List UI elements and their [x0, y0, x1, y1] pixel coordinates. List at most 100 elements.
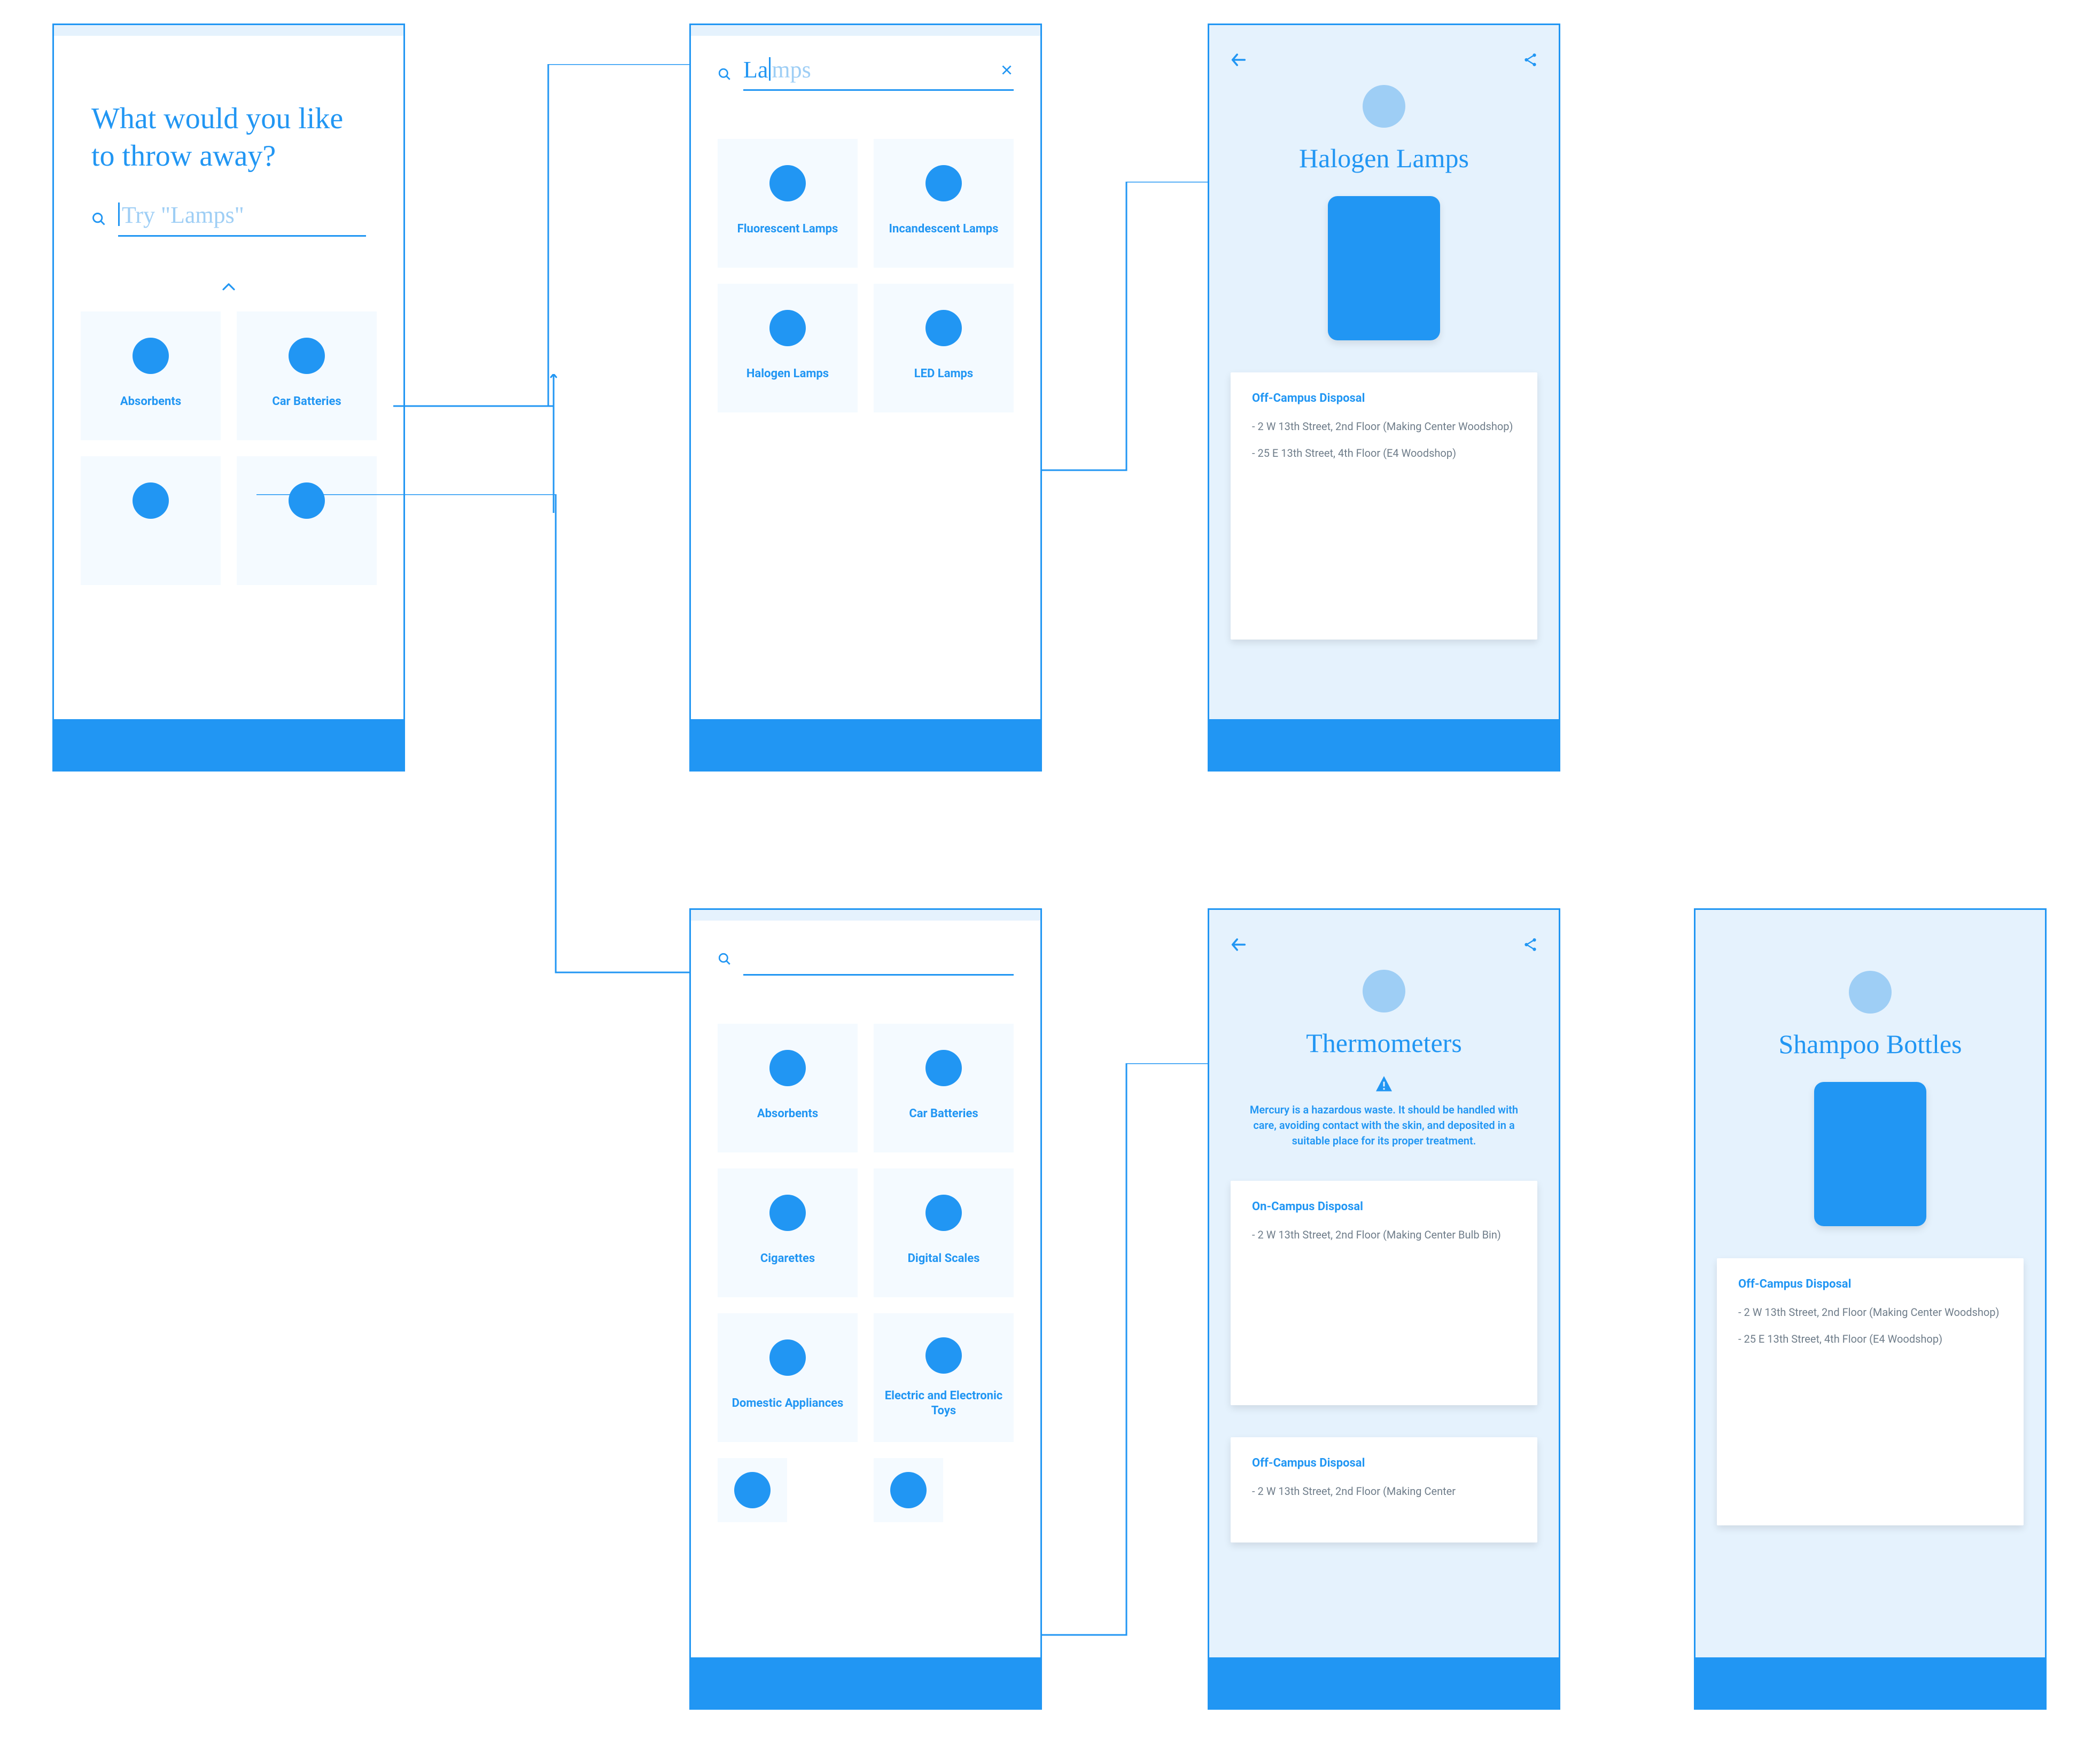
category-placeholder[interactable]: [81, 456, 221, 585]
home-title: What would you like to throw away?: [54, 36, 403, 180]
result-placeholder[interactable]: [718, 1458, 787, 1522]
disposal-title: Off-Campus Disposal: [1252, 1456, 1516, 1470]
category-label: Domestic Appliances: [732, 1391, 844, 1416]
hero-image: [1814, 1082, 1926, 1226]
flow-home-to-search: [393, 374, 693, 513]
category-placeholder[interactable]: [237, 456, 377, 585]
category-label: Halogen Lamps: [746, 361, 829, 387]
clear-icon[interactable]: [1000, 63, 1014, 77]
result-digital-scales[interactable]: Digital Scales: [874, 1168, 1014, 1297]
disposal-title: On-Campus Disposal: [1252, 1200, 1516, 1213]
category-icon: [769, 1050, 806, 1086]
category-icon: [925, 1337, 962, 1374]
category-icon: [734, 1472, 771, 1508]
category-label: Absorbents: [757, 1101, 818, 1127]
screen-detail-thermometers: Thermometers Mercury is a hazardous wast…: [1208, 908, 1560, 1710]
bottom-bar: [691, 719, 1040, 770]
category-icon: [769, 1195, 806, 1231]
back-icon[interactable]: [1230, 936, 1248, 954]
detail-title: Shampoo Bottles: [1762, 1029, 1978, 1059]
bottom-bar: [54, 719, 403, 770]
result-fluorescent-lamps[interactable]: Fluorescent Lamps: [718, 139, 858, 268]
category-icon: [133, 338, 169, 374]
warning-icon: [1374, 1074, 1394, 1094]
category-label: Car Batteries: [909, 1101, 978, 1127]
disposal-line: - 2 W 13th Street, 2nd Floor (Making Cen…: [1252, 419, 1516, 434]
detail-title: Thermometers: [1290, 1027, 1478, 1058]
category-label: Digital Scales: [908, 1246, 980, 1272]
status-bar: [54, 25, 403, 36]
result-absorbents[interactable]: Absorbents: [718, 1024, 858, 1152]
share-icon[interactable]: [1522, 937, 1538, 953]
disposal-line: - 2 W 13th Street, 2nd Floor (Making Cen…: [1252, 1484, 1516, 1499]
detail-title: Halogen Lamps: [1283, 143, 1485, 174]
result-electric-electronic-toys[interactable]: Electric and Electronic Toys: [874, 1313, 1014, 1442]
category-icon: [925, 1050, 962, 1086]
result-halogen-lamps[interactable]: Halogen Lamps: [718, 284, 858, 412]
result-led-lamps[interactable]: LED Lamps: [874, 284, 1014, 412]
disposal-title: Off-Campus Disposal: [1738, 1277, 2002, 1291]
status-bar: [1209, 910, 1559, 921]
screen-detail-shampoo: Shampoo Bottles Off-Campus Disposal - 2 …: [1694, 908, 2047, 1710]
category-label: Cigarettes: [760, 1246, 815, 1272]
warning-text: Mercury is a hazardous waste. It should …: [1241, 1102, 1527, 1149]
hero-image: [1328, 196, 1440, 340]
result-domestic-appliances[interactable]: Domestic Appliances: [718, 1313, 858, 1442]
category-car-batteries[interactable]: Car Batteries: [237, 311, 377, 440]
screen-search-typed: Lamps Fluorescent Lamps Incandescent Lam…: [689, 24, 1042, 772]
disposal-card-on-campus: On-Campus Disposal - 2 W 13th Street, 2n…: [1231, 1181, 1537, 1405]
status-bar: [691, 25, 1040, 36]
disposal-line: - 25 E 13th Street, 4th Floor (E4 Woodsh…: [1738, 1331, 2002, 1346]
category-label: Incandescent Lamps: [889, 216, 999, 242]
disposal-card-off-campus: Off-Campus Disposal - 2 W 13th Street, 2…: [1231, 1437, 1537, 1542]
search-input-value: Lamps: [743, 57, 1000, 83]
back-icon[interactable]: [1230, 51, 1248, 69]
result-cigarettes[interactable]: Cigarettes: [718, 1168, 858, 1297]
category-icon: [133, 482, 169, 519]
category-icon: [925, 165, 962, 201]
bottom-bar: [1209, 1657, 1559, 1708]
search-field[interactable]: Try "Lamps": [54, 180, 403, 237]
bottom-bar: [1209, 719, 1559, 770]
category-label: Absorbents: [120, 389, 181, 415]
category-icon: [890, 1472, 927, 1508]
category-icon: [925, 310, 962, 346]
category-icon: [769, 165, 806, 201]
category-icon: [769, 310, 806, 346]
search-input-value: [743, 942, 1014, 968]
result-placeholder[interactable]: [874, 1458, 943, 1522]
disposal-line: - 25 E 13th Street, 4th Floor (E4 Woodsh…: [1252, 446, 1516, 461]
flow-home-to-search: [393, 64, 693, 417]
flow-searchall-to-thermometers: [1041, 1063, 1212, 1640]
disposal-card-off-campus: Off-Campus Disposal - 2 W 13th Street, 2…: [1717, 1258, 2024, 1525]
disposal-card-off-campus: Off-Campus Disposal - 2 W 13th Street, 2…: [1231, 372, 1537, 640]
bottom-bar: [691, 1657, 1040, 1708]
hero-avatar: [1363, 970, 1405, 1012]
category-label: Fluorescent Lamps: [737, 216, 838, 242]
search-field[interactable]: [691, 921, 1040, 976]
category-label: Car Batteries: [272, 389, 341, 415]
screen-search-all: Absorbents Car Batteries Cigarettes Digi…: [689, 908, 1042, 1710]
screen-home: What would you like to throw away? Try "…: [52, 24, 405, 772]
category-icon: [769, 1339, 806, 1376]
disposal-line: - 2 W 13th Street, 2nd Floor (Making Cen…: [1252, 1227, 1516, 1242]
hero-avatar: [1363, 85, 1405, 128]
category-icon: [289, 482, 325, 519]
flow-search-to-detail: [1041, 182, 1212, 481]
warning-block: Mercury is a hazardous waste. It should …: [1209, 1058, 1559, 1149]
status-bar: [1695, 910, 2045, 921]
category-icon: [925, 1195, 962, 1231]
search-placeholder: Try "Lamps": [118, 201, 366, 229]
category-absorbents[interactable]: Absorbents: [81, 311, 221, 440]
hero-avatar: [1849, 971, 1892, 1014]
chevron-up-icon[interactable]: [221, 279, 237, 295]
category-icon: [289, 338, 325, 374]
search-icon: [91, 212, 106, 227]
category-label: Electric and Electronic Toys: [883, 1389, 1004, 1418]
search-field[interactable]: Lamps: [691, 36, 1040, 91]
disposal-title: Off-Campus Disposal: [1252, 392, 1516, 405]
share-icon[interactable]: [1522, 52, 1538, 68]
result-incandescent-lamps[interactable]: Incandescent Lamps: [874, 139, 1014, 268]
status-bar: [1209, 25, 1559, 36]
result-car-batteries[interactable]: Car Batteries: [874, 1024, 1014, 1152]
